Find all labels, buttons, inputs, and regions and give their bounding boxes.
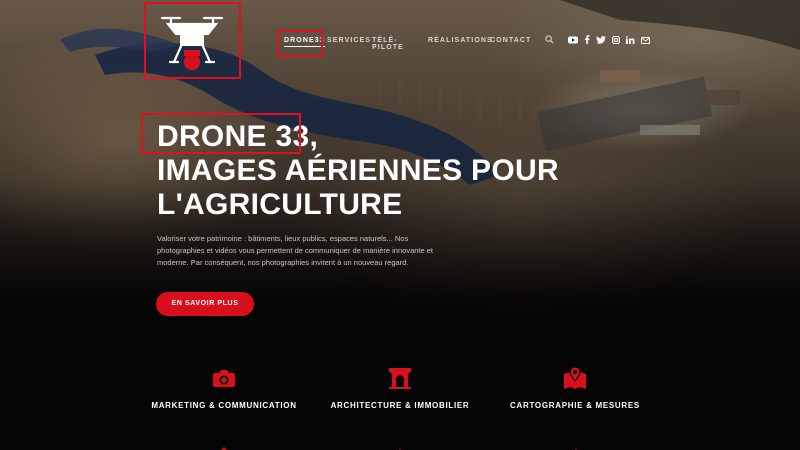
nav-item-tele-pilote[interactable]: TÉLÉ-PILOTE [372,37,404,51]
youtube-icon[interactable] [568,36,578,46]
headline-line-2: IMAGES AÉRIENNES POUR [157,154,559,187]
service-label: CARTOGRAPHIE & MESURES [510,401,640,410]
linkedin-icon[interactable] [626,35,635,46]
facebook-icon[interactable] [584,35,590,46]
service-architecture[interactable]: ARCHITECTURE & IMMOBILIER [300,365,500,410]
next-row-icon [399,449,401,450]
instagram-icon[interactable] [612,35,620,46]
twitter-icon[interactable] [596,35,606,46]
nav-item-contact[interactable]: CONTACT [490,37,531,44]
email-icon[interactable] [641,36,650,46]
nav-icon-bar [545,35,656,46]
nav-highlight-box [277,30,323,57]
nav-item-realisations[interactable]: RÉALISATIONS [428,37,493,44]
hero-lead-text: Valoriser votre patrimoine : bâtiments, … [157,234,434,267]
map-icon [564,366,586,389]
camera-icon [213,370,235,387]
service-cartographie[interactable]: CARTOGRAPHIE & MESURES [475,365,675,410]
search-icon[interactable] [545,35,554,46]
service-label: ARCHITECTURE & IMMOBILIER [330,401,470,410]
logo-highlight-box [144,2,241,79]
building-icon [389,368,411,389]
service-label: MARKETING & COMMUNICATION [151,401,297,410]
nav-item-services[interactable]: SERVICES [327,37,371,44]
service-marketing[interactable]: MARKETING & COMMUNICATION [124,365,324,410]
next-row-icon [575,449,577,450]
headline-line-3: L'AGRICULTURE [157,188,403,221]
headline-highlight-box [141,113,301,154]
learn-more-button[interactable]: EN SAVOIR PLUS [156,292,254,316]
next-row-icon [221,447,227,450]
